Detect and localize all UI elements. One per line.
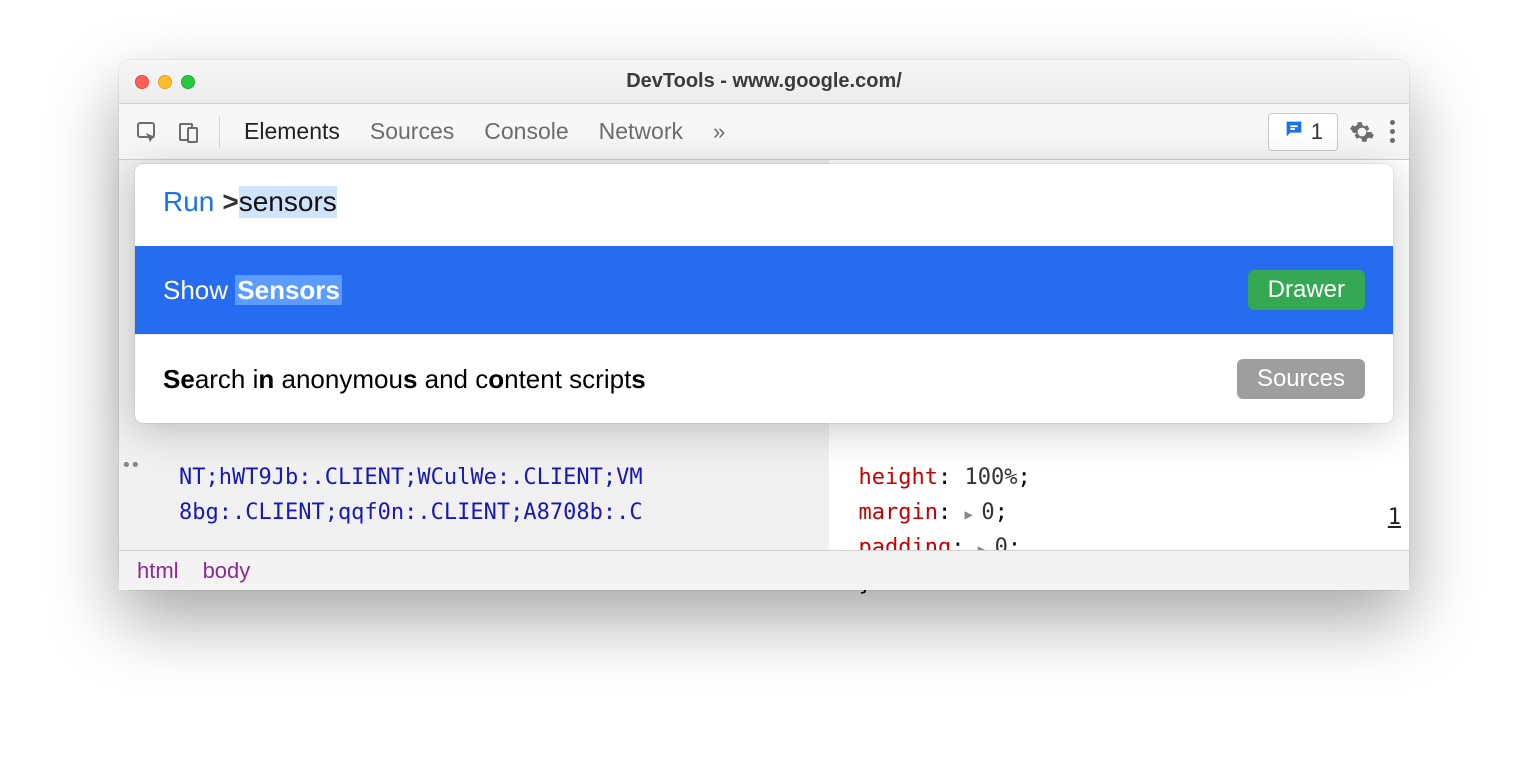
command-menu: Run >sensors Show Sensors Drawer Search … bbox=[135, 164, 1393, 423]
minimize-icon[interactable] bbox=[158, 75, 172, 89]
issue-icon bbox=[1283, 118, 1305, 146]
gear-icon[interactable] bbox=[1344, 114, 1380, 150]
breadcrumb-body[interactable]: body bbox=[203, 558, 251, 584]
window-title: DevTools - www.google.com/ bbox=[119, 70, 1409, 93]
tab-sources[interactable]: Sources bbox=[370, 118, 454, 145]
kebab-menu-icon[interactable] bbox=[1386, 120, 1399, 143]
breadcrumb-html[interactable]: html bbox=[137, 558, 179, 584]
divider bbox=[219, 116, 220, 148]
tab-elements[interactable]: Elements bbox=[244, 118, 340, 145]
command-prompt-caret: > bbox=[222, 186, 238, 218]
device-toolbar-icon[interactable] bbox=[171, 114, 207, 150]
match-count[interactable]: 1 bbox=[1388, 500, 1401, 535]
command-item-search-scripts[interactable]: Search in anonymous and content scripts … bbox=[135, 334, 1393, 423]
toolbar-tabs: Elements Sources Console Network » bbox=[244, 118, 725, 145]
close-icon[interactable] bbox=[135, 75, 149, 89]
tab-console[interactable]: Console bbox=[484, 118, 568, 145]
issues-button[interactable]: 1 bbox=[1268, 113, 1338, 151]
panel-content: ••NT;hWT9Jb:.CLIENT;WCulWe:.CLIENT;VM 8b… bbox=[119, 160, 1409, 590]
command-input-row[interactable]: Run >sensors bbox=[135, 164, 1393, 246]
badge-sources: Sources bbox=[1237, 359, 1365, 399]
main-toolbar: Elements Sources Console Network » 1 bbox=[119, 104, 1409, 160]
devtools-window: DevTools - www.google.com/ Elements Sour… bbox=[119, 60, 1409, 590]
command-query: sensors bbox=[239, 186, 337, 218]
command-item-show-sensors[interactable]: Show Sensors Drawer bbox=[135, 246, 1393, 334]
badge-drawer: Drawer bbox=[1248, 270, 1365, 310]
fullscreen-icon[interactable] bbox=[181, 75, 195, 89]
tab-network[interactable]: Network bbox=[599, 118, 683, 145]
traffic-lights bbox=[135, 75, 195, 89]
more-tabs-icon[interactable]: » bbox=[713, 119, 725, 145]
inspect-element-icon[interactable] bbox=[129, 114, 165, 150]
titlebar: DevTools - www.google.com/ bbox=[119, 60, 1409, 104]
issues-count: 1 bbox=[1311, 119, 1323, 145]
run-label: Run bbox=[163, 186, 214, 218]
breadcrumb: html body bbox=[119, 550, 1409, 590]
drag-dots-icon: •• bbox=[121, 452, 139, 481]
